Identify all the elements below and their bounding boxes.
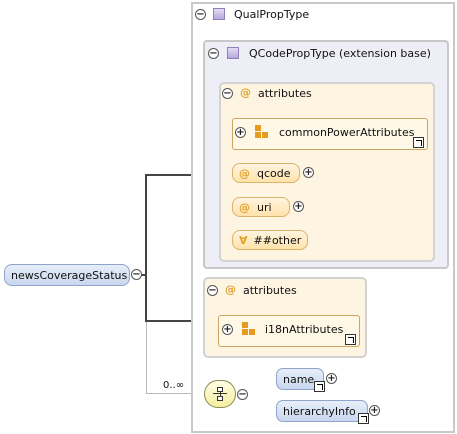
attribute-icon: @ — [239, 200, 250, 214]
element-hierarchyInfo[interactable]: hierarchyInfo — [276, 400, 368, 422]
attribute-icon: @ — [240, 86, 251, 99]
complex-type-icon — [213, 8, 225, 20]
reference-link-icon[interactable] — [413, 137, 424, 148]
sequence-compositor-icon[interactable] — [204, 380, 236, 408]
attribute-label: qcode — [257, 166, 291, 180]
collapse-toggle-attributes-inner[interactable]: − — [222, 88, 233, 99]
collapse-toggle-qcodeproptype[interactable]: − — [208, 48, 219, 59]
reference-link-icon[interactable] — [314, 381, 325, 392]
connector-trunk — [145, 174, 147, 322]
complex-type-icon — [227, 47, 239, 59]
expand-toggle-uri[interactable]: + — [293, 201, 304, 212]
any-attribute-label: ##other — [253, 233, 302, 247]
reference-link-icon[interactable] — [358, 413, 369, 424]
connector-sequence-v — [146, 322, 147, 394]
expand-toggle-qcode[interactable]: + — [303, 167, 314, 178]
expand-toggle-commonPowerAttributes[interactable]: + — [235, 127, 246, 138]
attributes-label: attributes — [243, 284, 297, 297]
attribute-label: uri — [257, 200, 272, 214]
collapse-toggle-root[interactable]: − — [131, 269, 142, 280]
attribute-uri[interactable]: @ uri — [232, 197, 290, 217]
element-label: name — [283, 372, 315, 386]
attribute-group-icon — [255, 125, 269, 139]
type-label-qcodeproptype: QCodePropType (extension base) — [249, 47, 431, 60]
cardinality-label: 0..∞ — [163, 380, 185, 391]
group-label-commonPowerAttributes: commonPowerAttributes — [279, 126, 415, 139]
attribute-icon: @ — [225, 283, 236, 296]
expand-toggle-i18nAttributes[interactable]: + — [222, 324, 233, 335]
element-label: newsCoverageStatus — [11, 268, 128, 282]
collapse-toggle-qualproptype[interactable]: − — [195, 9, 206, 20]
expand-toggle-hierarchyInfo[interactable]: + — [369, 405, 380, 416]
element-label: hierarchyInfo — [283, 404, 356, 418]
attribute-icon: @ — [239, 166, 250, 180]
collapse-toggle-attributes-outer[interactable]: − — [207, 285, 218, 296]
reference-link-icon[interactable] — [345, 334, 356, 345]
type-label-qualproptype: QualPropType — [234, 8, 310, 21]
group-label-i18nAttributes: i18nAttributes — [265, 323, 344, 336]
attribute-qcode[interactable]: @ qcode — [232, 163, 300, 183]
attributes-label: attributes — [258, 87, 312, 100]
collapse-toggle-sequence[interactable]: − — [237, 389, 248, 400]
any-attribute-icon: ∀ — [239, 233, 248, 247]
attribute-group-icon — [242, 322, 256, 336]
element-newsCoverageStatus[interactable]: newsCoverageStatus — [4, 264, 130, 286]
any-attribute-other[interactable]: ∀ ##other — [232, 230, 308, 250]
expand-toggle-name[interactable]: + — [326, 373, 337, 384]
